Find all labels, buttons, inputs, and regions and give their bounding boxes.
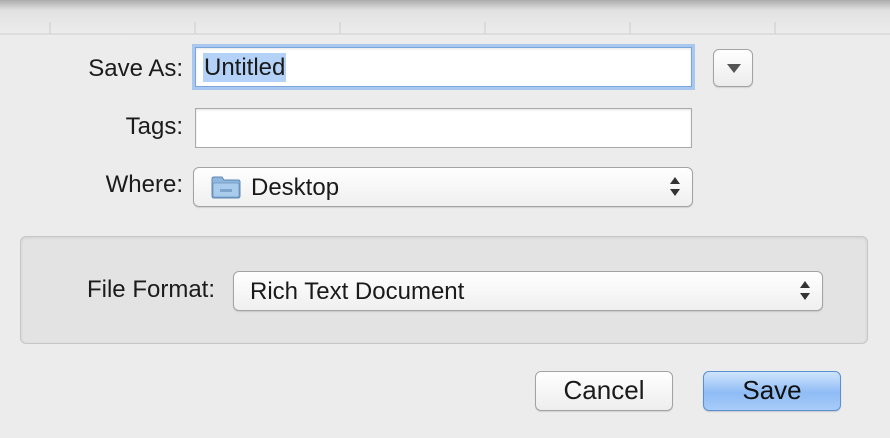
expand-dialog-button[interactable] — [713, 49, 753, 87]
save-as-label: Save As: — [88, 55, 183, 82]
where-value: Desktop — [251, 174, 340, 201]
where-label: Where: — [105, 171, 183, 198]
save-dialog-sheet: Save As: Untitled Tags: Where: Desktop F… — [0, 0, 890, 438]
where-popup[interactable]: Desktop — [193, 167, 693, 207]
background-ruler — [0, 22, 890, 35]
folder-icon — [211, 176, 241, 199]
tags-field[interactable] — [195, 108, 692, 148]
tags-label: Tags: — [125, 113, 183, 140]
updown-arrows-icon — [670, 177, 680, 199]
file-format-popup[interactable]: Rich Text Document — [233, 271, 823, 311]
disclosure-triangle-icon — [727, 64, 741, 73]
updown-arrows-icon — [800, 281, 810, 303]
save-as-field[interactable]: Untitled — [195, 47, 692, 87]
sheet-top-shadow — [0, 0, 890, 10]
file-format-label: File Format: — [86, 276, 215, 303]
file-format-value: Rich Text Document — [250, 278, 465, 305]
filename-selection: Untitled — [203, 53, 287, 82]
cancel-button[interactable]: Cancel — [535, 371, 673, 411]
save-button[interactable]: Save — [703, 371, 841, 411]
